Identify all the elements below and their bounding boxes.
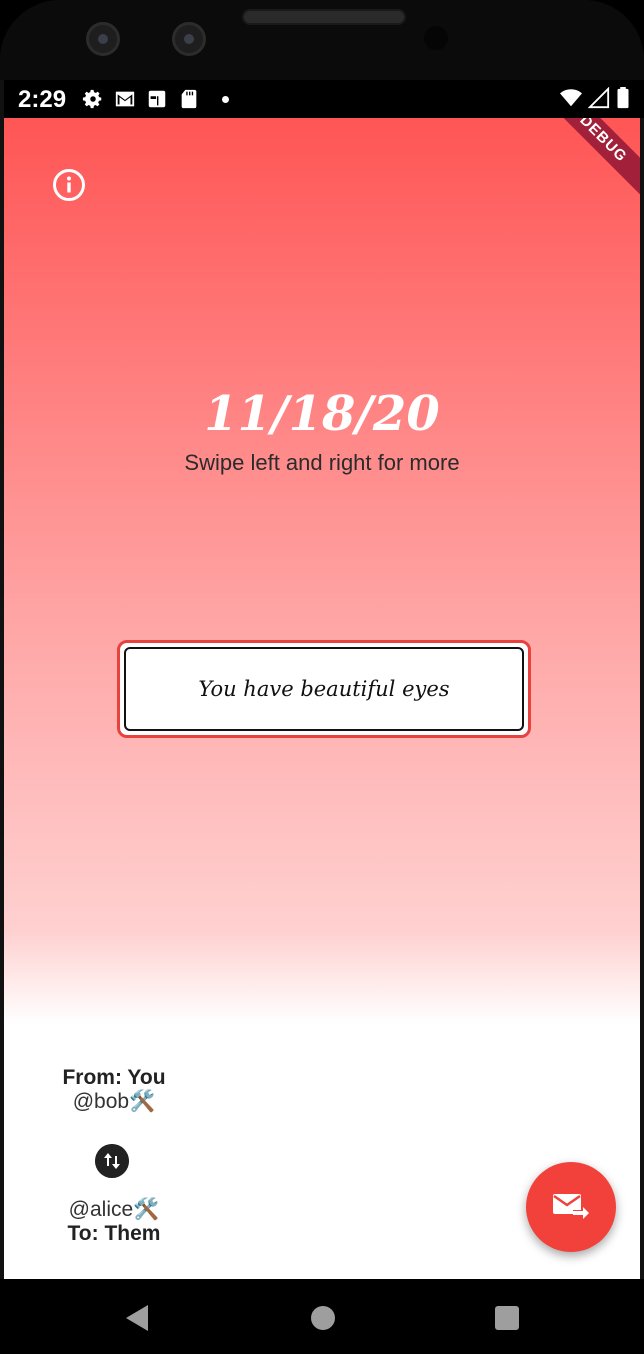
- sender-label: From: You: [62, 1066, 166, 1089]
- sender-block: From: You @bob🛠️: [44, 1066, 184, 1114]
- sd-card-icon: [181, 89, 197, 109]
- back-icon[interactable]: [126, 1305, 148, 1331]
- send-mail-icon: [553, 1194, 589, 1219]
- app-screen: DEBUG 11/18/20 Swipe left and right for …: [4, 118, 640, 1279]
- gear-icon: [82, 89, 102, 109]
- swap-icon[interactable]: [95, 1144, 129, 1178]
- phone-top-bezel: [0, 0, 644, 80]
- compliment-card-inner: You have beautiful eyes: [124, 647, 524, 731]
- earpiece-speaker: [242, 9, 406, 25]
- proximity-sensor: [424, 26, 448, 50]
- send-button[interactable]: [526, 1162, 616, 1252]
- status-system-icons: [560, 87, 630, 109]
- calendar-icon: [148, 90, 166, 108]
- navigation-bar: [0, 1279, 644, 1354]
- front-sensor-icon: [172, 22, 206, 56]
- gmail-icon: [115, 91, 135, 107]
- compliment-card[interactable]: You have beautiful eyes: [117, 640, 531, 738]
- compliment-text: You have beautiful eyes: [198, 677, 450, 701]
- sender-handle: @bob🛠️: [72, 1090, 156, 1113]
- date-heading: 11/18/20: [204, 386, 440, 442]
- status-time: 2:29: [18, 86, 67, 113]
- wifi-icon: [560, 89, 582, 107]
- status-bar: 2:29: [4, 80, 644, 118]
- swipe-hint: Swipe left and right for more: [184, 450, 460, 475]
- info-icon[interactable]: [52, 168, 86, 202]
- recipient-handle: @alice🛠️: [68, 1198, 160, 1221]
- notification-dot: [222, 95, 229, 103]
- battery-icon: [617, 87, 629, 109]
- home-icon[interactable]: [311, 1306, 335, 1330]
- front-camera-icon: [86, 22, 120, 56]
- signal-icon: [588, 87, 610, 109]
- recipient-block: @alice🛠️ To: Them: [44, 1198, 184, 1246]
- recipient-label: To: Them: [67, 1222, 161, 1245]
- recent-apps-icon[interactable]: [495, 1306, 519, 1330]
- debug-banner: DEBUG: [540, 118, 640, 202]
- status-notification-icons: [82, 88, 229, 110]
